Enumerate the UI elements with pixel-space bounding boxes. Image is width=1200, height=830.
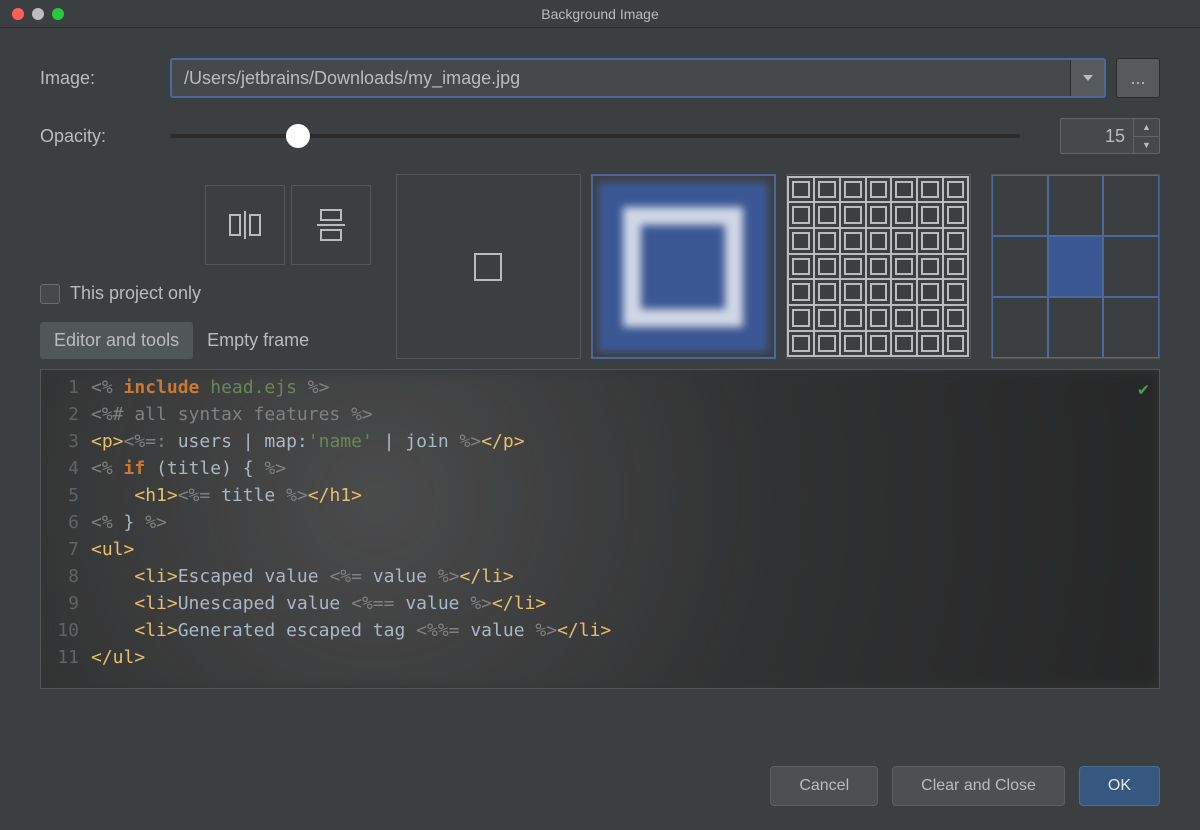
opacity-row: Opacity: 15 ▲ ▼ — [40, 118, 1160, 154]
anchor-top[interactable] — [1048, 175, 1104, 236]
anchor-center[interactable] — [1048, 236, 1104, 297]
cancel-button[interactable]: Cancel — [770, 766, 878, 806]
project-only-row[interactable]: This project only — [40, 283, 396, 304]
chevron-down-icon — [1083, 75, 1093, 81]
project-only-label: This project only — [70, 283, 201, 304]
flip-horizontal-button[interactable] — [205, 185, 285, 265]
anchor-bottom-left[interactable] — [992, 297, 1048, 358]
dialog-buttons: Cancel Clear and Close OK — [770, 766, 1160, 806]
clear-and-close-button[interactable]: Clear and Close — [892, 766, 1065, 806]
anchor-right[interactable] — [1103, 236, 1159, 297]
code-lines: <% include head.ejs %> <%# all syntax fe… — [41, 370, 1159, 671]
plain-icon — [474, 253, 502, 281]
anchor-top-right[interactable] — [1103, 175, 1159, 236]
scale-icon — [598, 182, 768, 352]
image-path-input[interactable] — [172, 60, 1070, 96]
ok-button[interactable]: OK — [1079, 766, 1160, 806]
opacity-label: Opacity: — [40, 126, 170, 147]
opacity-value: 15 — [1061, 119, 1133, 153]
browse-button[interactable]: ... — [1116, 58, 1160, 98]
fill-mode-tile[interactable] — [786, 174, 971, 359]
flip-vertical-button[interactable] — [291, 185, 371, 265]
preview-tabs: Editor and tools Empty frame — [40, 322, 396, 359]
code-preview: 1 2 3 4 5 6 7 8 9 10 11 <% include head.… — [40, 369, 1160, 689]
opacity-slider-thumb[interactable] — [286, 124, 310, 148]
image-path-field[interactable] — [170, 58, 1106, 98]
anchor-grid — [991, 174, 1160, 359]
anchor-left[interactable] — [992, 236, 1048, 297]
image-row: Image: ... — [40, 58, 1160, 98]
titlebar: Background Image — [0, 0, 1200, 28]
opacity-decrease[interactable]: ▼ — [1134, 136, 1159, 154]
inspection-ok-icon: ✔ — [1138, 376, 1149, 403]
flip-horizontal-icon — [228, 211, 262, 239]
tab-empty-frame[interactable]: Empty frame — [193, 322, 323, 359]
tab-editor-and-tools[interactable]: Editor and tools — [40, 322, 193, 359]
fill-mode-scale[interactable] — [591, 174, 776, 359]
image-label: Image: — [40, 68, 170, 89]
project-only-checkbox[interactable] — [40, 284, 60, 304]
tile-icon — [788, 177, 968, 357]
window-title: Background Image — [0, 6, 1200, 22]
opacity-increase[interactable]: ▲ — [1134, 119, 1159, 136]
opacity-slider[interactable] — [170, 134, 1020, 138]
image-history-dropdown[interactable] — [1070, 60, 1104, 96]
anchor-bottom[interactable] — [1048, 297, 1104, 358]
flip-vertical-icon — [317, 208, 345, 242]
opacity-spinner[interactable]: 15 ▲ ▼ — [1060, 118, 1160, 154]
fill-mode-plain[interactable] — [396, 174, 581, 359]
anchor-top-left[interactable] — [992, 175, 1048, 236]
anchor-bottom-right[interactable] — [1103, 297, 1159, 358]
